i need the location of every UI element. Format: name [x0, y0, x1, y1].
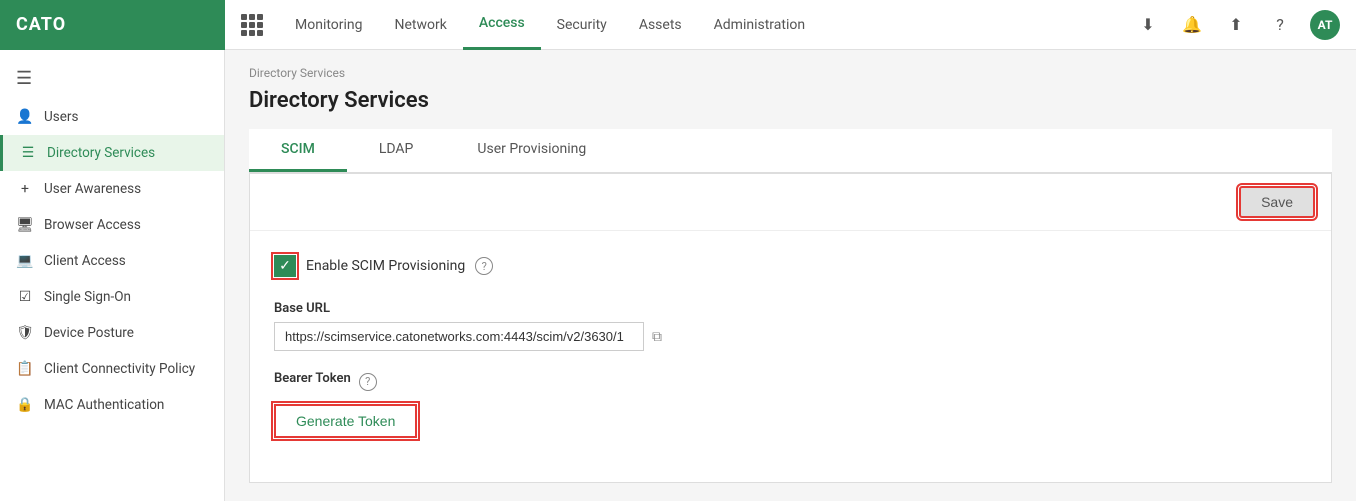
- enable-scim-checkbox[interactable]: ✓: [274, 255, 296, 277]
- grid-menu-icon[interactable]: [241, 14, 263, 36]
- help-icon[interactable]: ?: [1266, 11, 1294, 39]
- scim-help-icon[interactable]: ?: [475, 257, 493, 275]
- breadcrumb: Directory Services: [249, 66, 1332, 80]
- logo: CATO: [0, 0, 225, 50]
- nav-access[interactable]: Access: [463, 0, 541, 50]
- sso-icon: ☑: [16, 289, 34, 305]
- nav-monitoring[interactable]: Monitoring: [279, 0, 379, 50]
- base-url-label: Base URL: [274, 301, 1307, 316]
- url-input-row: ⧉: [274, 322, 1307, 351]
- content-panel: Save ✓ Enable SCIM Provisioning ? Base U…: [249, 173, 1332, 483]
- save-button[interactable]: Save: [1239, 186, 1315, 218]
- nav-administration[interactable]: Administration: [698, 0, 821, 50]
- sidebar: ☰ 👤 Users ☰ Directory Services + User Aw…: [0, 50, 225, 501]
- sidebar-item-sso[interactable]: ☑ Single Sign-On: [0, 279, 224, 315]
- bearer-token-section: Bearer Token ? Generate Token: [274, 371, 1307, 438]
- copy-icon[interactable]: ⧉: [652, 329, 662, 345]
- nav-links: Monitoring Network Access Security Asset…: [279, 0, 1134, 50]
- browser-icon: 🖥: [16, 217, 34, 233]
- layout: ☰ 👤 Users ☰ Directory Services + User Aw…: [0, 50, 1356, 501]
- mac-icon: 🔒: [16, 397, 34, 413]
- upgrade-icon[interactable]: ⬆: [1222, 11, 1250, 39]
- scim-enable-row: ✓ Enable SCIM Provisioning ?: [274, 255, 1307, 277]
- tab-scim[interactable]: SCIM: [249, 129, 347, 172]
- nav-assets[interactable]: Assets: [623, 0, 698, 50]
- download-icon[interactable]: ⬇: [1134, 11, 1162, 39]
- panel-header: Save: [250, 174, 1331, 231]
- bearer-help-icon[interactable]: ?: [359, 373, 377, 391]
- base-url-section: Base URL ⧉: [274, 301, 1307, 351]
- nav-network[interactable]: Network: [379, 0, 463, 50]
- user-avatar[interactable]: AT: [1310, 10, 1340, 40]
- user-awareness-icon: +: [16, 181, 34, 197]
- bearer-token-label: Bearer Token: [274, 371, 351, 386]
- tabs: SCIM LDAP User Provisioning: [249, 129, 1332, 173]
- client-icon: 💻: [16, 253, 34, 269]
- nav-security[interactable]: Security: [541, 0, 623, 50]
- bell-icon[interactable]: 🔔: [1178, 11, 1206, 39]
- sidebar-item-client-connectivity-policy[interactable]: 📋 Client Connectivity Policy: [0, 351, 224, 387]
- sidebar-item-users[interactable]: 👤 Users: [0, 99, 224, 135]
- sidebar-item-directory-services[interactable]: ☰ Directory Services: [0, 135, 224, 171]
- top-nav: CATO Monitoring Network Access Security …: [0, 0, 1356, 50]
- policy-icon: 📋: [16, 361, 34, 377]
- tab-ldap[interactable]: LDAP: [347, 129, 446, 172]
- sidebar-item-browser-access[interactable]: 🖥 Browser Access: [0, 207, 224, 243]
- sidebar-item-mac-authentication[interactable]: 🔒 MAC Authentication: [0, 387, 224, 423]
- generate-token-button[interactable]: Generate Token: [274, 404, 417, 438]
- main-content: Directory Services Directory Services SC…: [225, 50, 1356, 501]
- sidebar-item-device-posture[interactable]: 🛡 Device Posture: [0, 315, 224, 351]
- sidebar-toggle[interactable]: ☰: [0, 58, 224, 99]
- panel-body: ✓ Enable SCIM Provisioning ? Base URL ⧉ …: [250, 231, 1331, 482]
- page-title: Directory Services: [249, 88, 1332, 113]
- directory-icon: ☰: [19, 145, 37, 161]
- tab-user-provisioning[interactable]: User Provisioning: [445, 129, 618, 172]
- nav-icons: ⬇ 🔔 ⬆ ? AT: [1134, 10, 1340, 40]
- sidebar-item-client-access[interactable]: 💻 Client Access: [0, 243, 224, 279]
- bearer-token-label-row: Bearer Token ?: [274, 371, 1307, 392]
- enable-scim-label: Enable SCIM Provisioning: [306, 258, 465, 274]
- device-icon: 🛡: [16, 325, 34, 341]
- base-url-input[interactable]: [274, 322, 644, 351]
- users-icon: 👤: [16, 109, 34, 125]
- sidebar-item-user-awareness[interactable]: + User Awareness: [0, 171, 224, 207]
